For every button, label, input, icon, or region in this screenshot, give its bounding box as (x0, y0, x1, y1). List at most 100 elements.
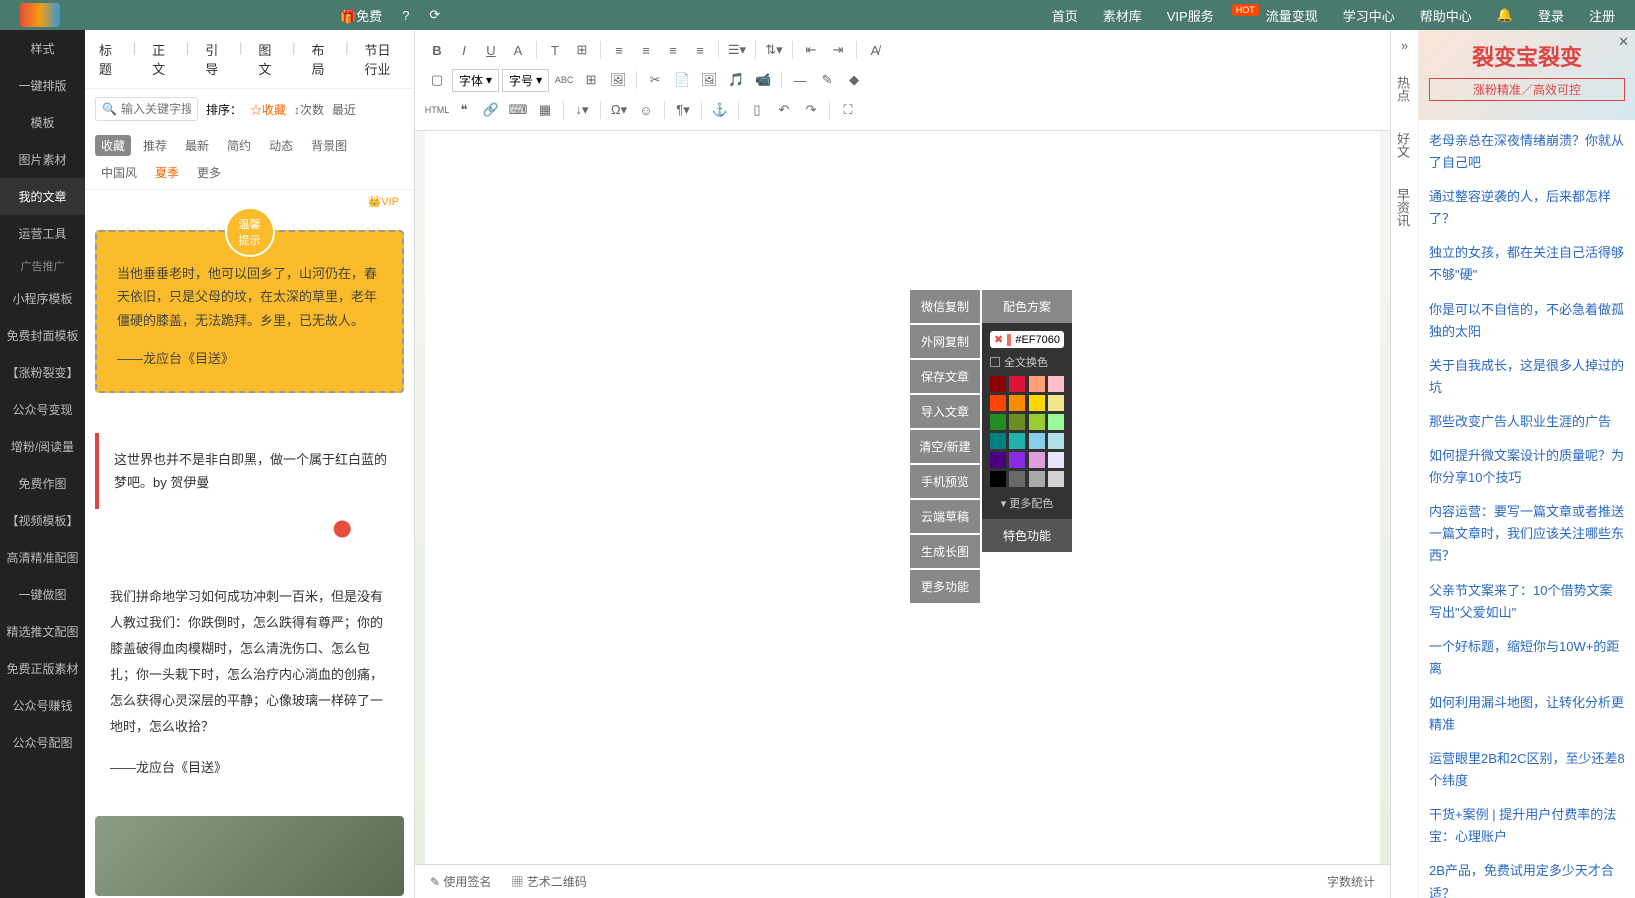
align-center-button[interactable]: ≡ (634, 38, 658, 62)
news-link[interactable]: 一个好标题，缩短你与10W+的距离 (1429, 636, 1625, 680)
sidebar-item[interactable]: 免费作图 (0, 465, 85, 502)
color-swatch[interactable] (1048, 433, 1064, 449)
close-icon[interactable]: ✕ (1618, 34, 1629, 50)
video-button[interactable]: 📹 (751, 68, 775, 92)
sort-fav[interactable]: ☆收藏 (250, 101, 286, 118)
outdent-button[interactable]: ⇥ (826, 38, 850, 62)
italic-button[interactable]: I (452, 38, 476, 62)
line-height-button[interactable]: ⇅▾ (762, 38, 786, 62)
color-swatch[interactable] (990, 414, 1006, 430)
font-color-button[interactable]: A (506, 38, 530, 62)
link-button[interactable]: 🔗 (479, 98, 503, 122)
filter-item[interactable]: 夏季 (149, 162, 185, 183)
underline-button[interactable]: U (479, 38, 503, 62)
color-swatch[interactable] (1048, 414, 1064, 430)
tool-button[interactable]: 微信复制 (910, 290, 980, 323)
table-button[interactable]: ⊞ (579, 68, 603, 92)
tool-button[interactable]: 清空/新建 (910, 430, 980, 463)
news-link[interactable]: 干货+案例 | 提升用户付费率的法宝：心理账户 (1429, 804, 1625, 848)
redo-button[interactable]: ↷ (799, 98, 823, 122)
clear-format-button[interactable]: A̸ (863, 38, 887, 62)
color-swatch[interactable] (1009, 471, 1025, 487)
tool-button[interactable]: 更多功能 (910, 570, 980, 603)
audio-button[interactable]: 🎵 (724, 68, 748, 92)
sidebar-item[interactable]: 公众号配图 (0, 724, 85, 761)
align-justify-button[interactable]: ≡ (688, 38, 712, 62)
new-doc-button[interactable]: ▢ (425, 68, 449, 92)
template-card-1[interactable]: 温馨提示 当他垂垂老时，他可以回乡了，山河仍在，春天依旧，只是父母的坟，在太深的… (95, 230, 404, 393)
color-swatch[interactable] (1029, 414, 1045, 430)
news-link[interactable]: 关于自我成长，这是很多人掉过的坑 (1429, 355, 1625, 399)
sidebar-item[interactable]: 一键排版 (0, 67, 85, 104)
sidebar-item[interactable]: 【视频模板】 (0, 502, 85, 539)
sidebar-item[interactable]: 公众号赚钱 (0, 687, 85, 724)
sidebar-item[interactable]: 增粉/阅读量 (0, 428, 85, 465)
news-link[interactable]: 老母亲总在深夜情绪崩溃？你就从了自己吧 (1429, 130, 1625, 174)
color-swatch[interactable] (990, 452, 1006, 468)
sidebar-item[interactable]: 高清精准配图 (0, 539, 85, 576)
color-swatch[interactable] (1029, 433, 1045, 449)
sidebar-item[interactable]: 【涨粉裂变】 (0, 354, 85, 391)
news-link[interactable]: 独立的女孩，都在关注自己活得够不够"硬" (1429, 242, 1625, 286)
nav-learn[interactable]: 学习中心 (1343, 6, 1395, 25)
sidebar-item[interactable]: 免费正版素材 (0, 650, 85, 687)
news-link[interactable]: 运营眼里2B和2C区别，至少还差8个纬度 (1429, 748, 1625, 792)
color-swatch[interactable] (1048, 376, 1064, 392)
sidebar-item[interactable]: 模板 (0, 104, 85, 141)
tool-button[interactable]: 云端草稿 (910, 500, 980, 533)
sidebar-item[interactable]: 小程序模板 (0, 280, 85, 317)
indent-button[interactable]: ⇤ (799, 38, 823, 62)
text-button[interactable]: T (543, 38, 567, 62)
page-button[interactable]: ▯ (745, 98, 769, 122)
crop-button[interactable]: ✂ (643, 68, 667, 92)
login-link[interactable]: 登录 (1538, 6, 1564, 25)
sidebar-item[interactable]: 图片素材 (0, 141, 85, 178)
refresh-icon[interactable]: ⟳ (429, 7, 440, 23)
size-select[interactable]: 字号 ▾ (502, 69, 549, 92)
tool-button[interactable]: 外网复制 (910, 325, 980, 358)
color-swatch[interactable] (990, 433, 1006, 449)
special-features-button[interactable]: 特色功能 (982, 519, 1072, 552)
sidebar-item[interactable]: 样式 (0, 30, 85, 67)
news-link[interactable]: 通过整容逆袭的人，后来都怎样了？ (1429, 186, 1625, 230)
promo-banner[interactable]: ✕ 裂变宝裂变 涨粉精准／高效可控 (1419, 30, 1635, 120)
tool-button[interactable]: 手机预览 (910, 465, 980, 498)
register-link[interactable]: 注册 (1589, 6, 1615, 25)
vtab-news[interactable]: 早资讯 (1391, 173, 1418, 242)
color-swatch[interactable] (1029, 376, 1045, 392)
news-link[interactable]: 如何利用漏斗地图，让转化分析更精准 (1429, 692, 1625, 736)
color-swatch[interactable] (1029, 395, 1045, 411)
vtab-articles[interactable]: 好文 (1391, 117, 1418, 173)
style-tab[interactable]: 引导 (201, 38, 227, 80)
color-swatch[interactable] (990, 376, 1006, 392)
free-link[interactable]: 🎁免费 (340, 6, 382, 25)
qrcode-button[interactable]: ▦ 艺术二维码 (511, 873, 586, 890)
tool-button[interactable]: 导入文章 (910, 395, 980, 428)
fullpage-color-checkbox[interactable]: 全文换色 (990, 354, 1064, 370)
anchor-button[interactable]: ⚓ (708, 98, 732, 122)
filter-item[interactable]: 收藏 (95, 135, 131, 156)
insert-button[interactable]: ↓▾ (570, 98, 594, 122)
style-tab[interactable]: 节日行业 (361, 38, 404, 80)
search-box[interactable]: 🔍 (95, 97, 198, 121)
fullscreen-button[interactable]: ⛶ (836, 98, 860, 122)
color-swatch[interactable] (1029, 471, 1045, 487)
tool-button[interactable]: 生成长图 (910, 535, 980, 568)
filter-item[interactable]: 简约 (221, 135, 257, 156)
nav-vip[interactable]: VIP服务HOT (1167, 6, 1241, 25)
color-swatch[interactable] (1009, 414, 1025, 430)
color-swatch[interactable] (1048, 452, 1064, 468)
help-icon[interactable]: ? (402, 8, 409, 23)
color-swatch[interactable] (1048, 395, 1064, 411)
font-select[interactable]: 字体 ▾ (452, 69, 499, 92)
news-link[interactable]: 那些改变广告人职业生涯的广告 (1429, 411, 1625, 433)
abc-button[interactable]: ABC (552, 68, 576, 92)
template-card-image[interactable] (95, 816, 404, 896)
style-tab[interactable]: 图文 (254, 38, 280, 80)
sidebar-item[interactable]: 精选推文配图 (0, 613, 85, 650)
quote-button[interactable]: ❝ (452, 98, 476, 122)
sidebar-item[interactable]: 运营工具 (0, 215, 85, 252)
align-right-button[interactable]: ≡ (661, 38, 685, 62)
hr-button[interactable]: — (788, 68, 812, 92)
style-tab[interactable]: 正文 (148, 38, 174, 80)
